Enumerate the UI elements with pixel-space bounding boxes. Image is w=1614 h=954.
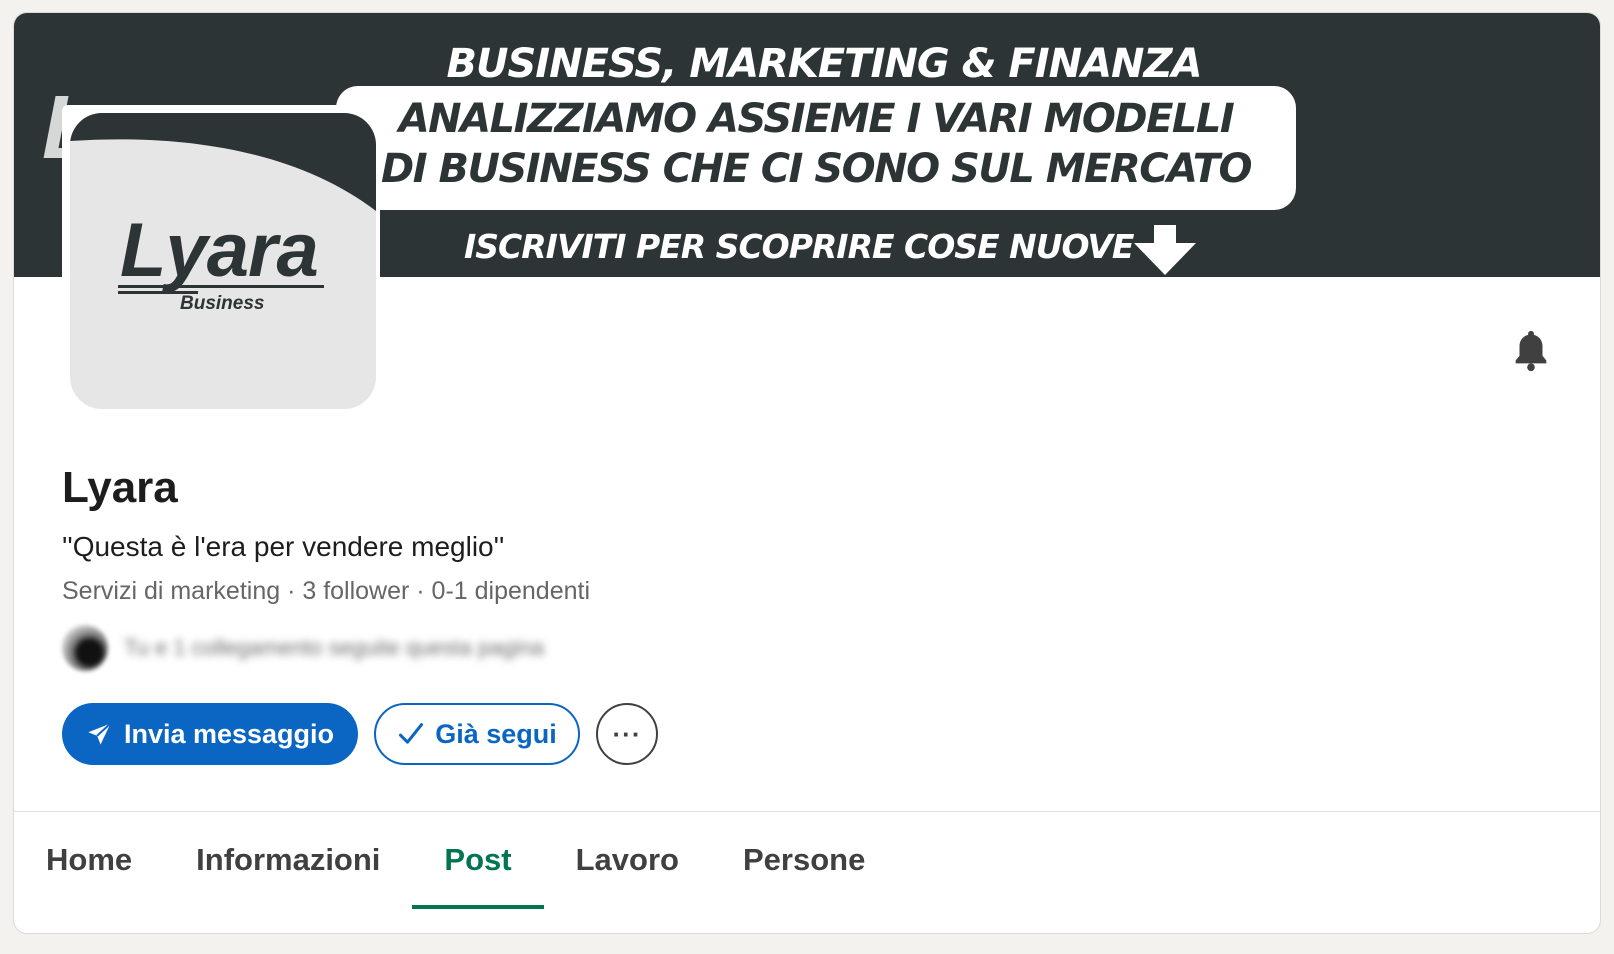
arrow-down-icon	[1134, 225, 1196, 277]
check-icon	[397, 720, 425, 748]
ellipsis-icon: ···	[612, 718, 642, 749]
connections-text: Tu e 1 collegamento seguite questa pagin…	[124, 635, 544, 660]
tab-home[interactable]: Home	[14, 813, 164, 909]
company-page-card: Lyara BUSINESS, MARKETING & FINANZA ANAL…	[13, 12, 1601, 934]
company-meta: Servizi di marketing · 3 follower · 0-1 …	[62, 577, 591, 605]
banner-cta-text: ISCRIVITI PER SCOPRIRE COSE NUOVE	[464, 227, 1134, 266]
page-tabs: Home Informazioni Post Lavoro Persone	[14, 813, 897, 909]
tab-lavoro[interactable]: Lavoro	[544, 813, 711, 909]
tabs-divider	[14, 811, 1600, 812]
bell-icon[interactable]	[1508, 327, 1554, 373]
company-logo[interactable]: Lyara Business	[70, 113, 376, 409]
tab-persone[interactable]: Persone	[711, 813, 897, 909]
following-button[interactable]: Già segui	[374, 703, 580, 765]
logo-underline	[118, 285, 324, 288]
banner-headline: BUSINESS, MARKETING & FINANZA	[446, 41, 1203, 87]
send-message-label: Invia messaggio	[123, 718, 335, 749]
company-tagline: ''Questa è l'era per vendere meglio''	[62, 531, 505, 562]
tab-post[interactable]: Post	[412, 813, 544, 909]
banner-message-box: ANALIZZIAMO ASSIEME I VARI MODELLI DI BU…	[336, 86, 1296, 210]
avatar	[62, 625, 108, 671]
more-options-button[interactable]: ···	[596, 703, 658, 765]
logo-subtitle: Business	[180, 293, 265, 314]
banner-box-line-1: ANALIZZIAMO ASSIEME I VARI MODELLI	[398, 96, 1235, 142]
company-name: Lyara	[62, 463, 178, 512]
following-label: Già segui	[435, 718, 557, 749]
send-message-button[interactable]: Invia messaggio	[62, 703, 358, 765]
banner-box-line-2: DI BUSINESS CHE CI SONO SUL MERCATO	[381, 146, 1252, 192]
logo-wordmark: Lyara	[120, 208, 319, 293]
send-icon	[86, 720, 114, 748]
tab-informazioni[interactable]: Informazioni	[164, 813, 412, 909]
